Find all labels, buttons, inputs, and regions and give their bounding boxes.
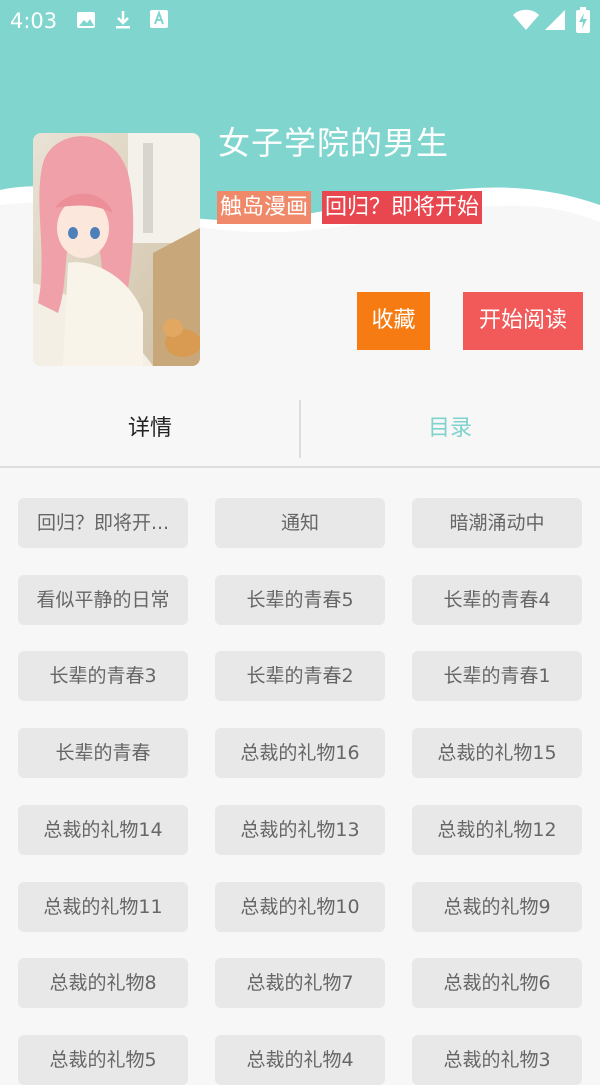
chapter-button[interactable]: 总裁的礼物3 [412, 1035, 582, 1085]
wifi-icon [513, 9, 539, 30]
gallery-icon [77, 12, 95, 28]
chapter-button[interactable]: 总裁的礼物15 [412, 728, 582, 778]
chapter-button[interactable]: 总裁的礼物5 [18, 1035, 188, 1085]
chapter-button[interactable]: 长辈的青春1 [412, 651, 582, 701]
status-time: 4:03 [10, 9, 58, 33]
chapter-button[interactable]: 总裁的礼物4 [215, 1035, 385, 1085]
battery-charging-icon [576, 7, 590, 33]
tab-detail[interactable]: 详情 [0, 392, 300, 466]
comic-title: 女子学院的男生 [218, 124, 450, 162]
start-reading-button[interactable]: 开始阅读 [463, 292, 583, 350]
chapter-button[interactable]: 通知 [215, 498, 385, 548]
chapter-button[interactable]: 总裁的礼物6 [412, 958, 582, 1008]
source-tag: 触岛漫画 [217, 191, 312, 224]
chapter-button[interactable]: 长辈的青春3 [18, 651, 188, 701]
chapter-button[interactable]: 回归？即将开... [18, 498, 188, 548]
chapter-button[interactable]: 总裁的礼物14 [18, 805, 188, 855]
download-icon [116, 11, 130, 29]
font-icon [150, 10, 168, 28]
chapter-button[interactable]: 总裁的礼物10 [215, 882, 385, 932]
chapter-button[interactable]: 暗潮涌动中 [412, 498, 582, 548]
chapter-button[interactable]: 长辈的青春2 [215, 651, 385, 701]
status-bar: 4:03 [0, 0, 600, 42]
chapter-button[interactable]: 长辈的青春5 [215, 575, 385, 625]
chapter-button[interactable]: 总裁的礼物9 [412, 882, 582, 932]
chapter-button[interactable]: 总裁的礼物8 [18, 958, 188, 1008]
chapter-button[interactable]: 总裁的礼物16 [215, 728, 385, 778]
comic-cover-image [33, 133, 200, 366]
favorite-button[interactable]: 收藏 [357, 292, 430, 350]
detail-tabs: 详情 目录 [0, 392, 600, 468]
status-tag: 回归？即将开始 [322, 191, 483, 224]
chapter-button[interactable]: 长辈的青春 [18, 728, 188, 778]
chapter-button[interactable]: 总裁的礼物13 [215, 805, 385, 855]
tab-catalog[interactable]: 目录 [300, 392, 600, 466]
chapter-button[interactable]: 总裁的礼物11 [18, 882, 188, 932]
chapter-button[interactable]: 总裁的礼物7 [215, 958, 385, 1008]
chapter-button[interactable]: 看似平静的日常 [18, 575, 188, 625]
chapter-button[interactable]: 长辈的青春4 [412, 575, 582, 625]
chapter-button[interactable]: 总裁的礼物12 [412, 805, 582, 855]
signal-icon [545, 10, 565, 30]
